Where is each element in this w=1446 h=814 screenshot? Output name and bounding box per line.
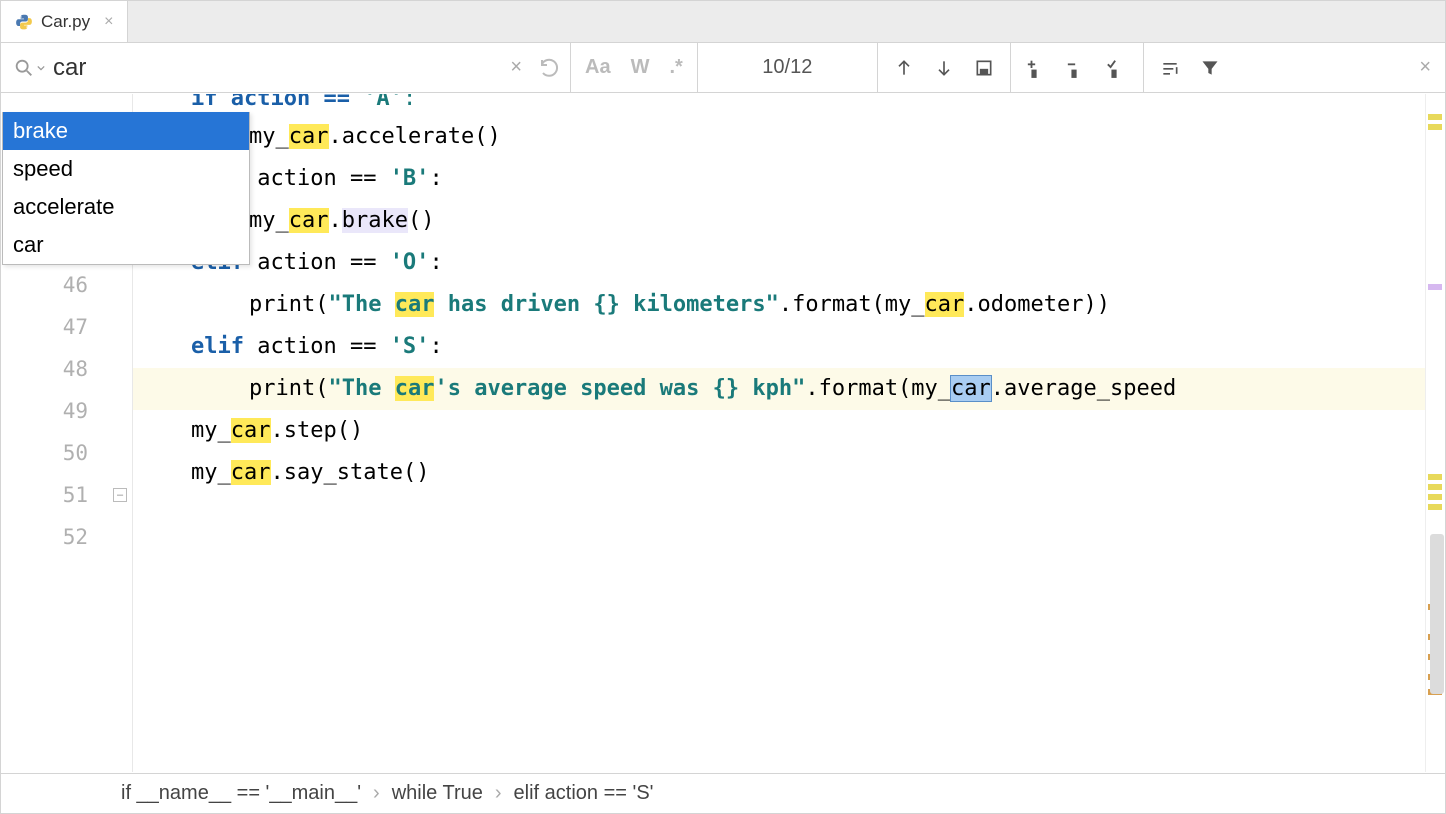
code-line: elif action == 'O': [133, 242, 1425, 284]
code-line: elif action == 'B': [133, 158, 1425, 200]
chevron-right-icon: › [373, 782, 380, 805]
match-count: 10/12 [698, 43, 878, 92]
breadcrumb: if __name__ == '__main__' › while True ›… [1, 773, 1445, 813]
code-line: elif action == 'S': [133, 326, 1425, 368]
code-line: my_car.say_state() [133, 452, 1425, 494]
code-area[interactable]: if action == 'A': my_car.accelerate() el… [133, 94, 1425, 772]
tab-filename: Car.py [41, 12, 90, 32]
remove-selection-icon[interactable]: II [1059, 50, 1095, 86]
python-file-icon [15, 13, 33, 31]
close-tab-icon[interactable]: × [104, 13, 113, 31]
suggestion-item[interactable]: car [3, 226, 249, 264]
marker[interactable] [1428, 484, 1442, 490]
marker[interactable] [1428, 114, 1442, 120]
close-search-icon[interactable]: × [1405, 56, 1445, 79]
marker-strip[interactable] [1425, 94, 1445, 772]
code-line: print("The car has driven {} kilometers"… [133, 284, 1425, 326]
marker[interactable] [1428, 494, 1442, 500]
search-history-icon[interactable] [530, 56, 570, 80]
search-icon[interactable] [13, 57, 45, 79]
suggestion-item[interactable]: speed [3, 150, 249, 188]
match-case-toggle[interactable]: Aa [575, 56, 621, 79]
prev-match-icon[interactable] [886, 50, 922, 86]
suggestion-item[interactable]: brake [3, 112, 249, 150]
whole-word-toggle[interactable]: W [621, 56, 660, 79]
search-input[interactable] [53, 50, 502, 86]
code-line: print("The car's average speed was {} kp… [133, 368, 1425, 410]
svg-text:II: II [1071, 69, 1076, 79]
code-line [133, 494, 1425, 536]
chevron-right-icon: › [495, 782, 502, 805]
marker[interactable] [1428, 504, 1442, 510]
suggestion-item[interactable]: accelerate [3, 188, 249, 226]
regex-toggle[interactable]: .* [659, 56, 692, 79]
add-selection-icon[interactable]: II [1019, 50, 1055, 86]
breadcrumb-item[interactable]: while True [392, 782, 483, 805]
select-occurrences-icon[interactable]: II [1099, 50, 1135, 86]
tab-bar: Car.py × [1, 1, 1445, 43]
file-tab[interactable]: Car.py × [1, 1, 128, 42]
code-line: my_car.step() [133, 410, 1425, 452]
code-line: if action == 'A': [133, 94, 1425, 116]
svg-text:II: II [1111, 69, 1116, 79]
breadcrumb-item[interactable]: elif action == 'S' [514, 782, 654, 805]
marker[interactable] [1428, 474, 1442, 480]
scrollbar-thumb[interactable] [1430, 534, 1444, 694]
filter-icon[interactable] [1192, 50, 1228, 86]
settings-icon[interactable] [1152, 50, 1188, 86]
clear-search-icon[interactable]: × [502, 56, 530, 79]
marker[interactable] [1428, 284, 1442, 290]
breadcrumb-item[interactable]: if __name__ == '__main__' [121, 782, 361, 805]
search-suggestions: brake speed accelerate car [2, 112, 250, 265]
svg-text:II: II [1031, 69, 1036, 79]
fold-marker-icon[interactable]: – [113, 488, 127, 502]
code-line: my_car.brake() [133, 200, 1425, 242]
find-toolbar: × Aa W .* 10/12 II II II [1, 43, 1445, 93]
code-line: my_car.accelerate() [133, 116, 1425, 158]
select-all-icon[interactable] [966, 50, 1002, 86]
marker[interactable] [1428, 124, 1442, 130]
next-match-icon[interactable] [926, 50, 962, 86]
